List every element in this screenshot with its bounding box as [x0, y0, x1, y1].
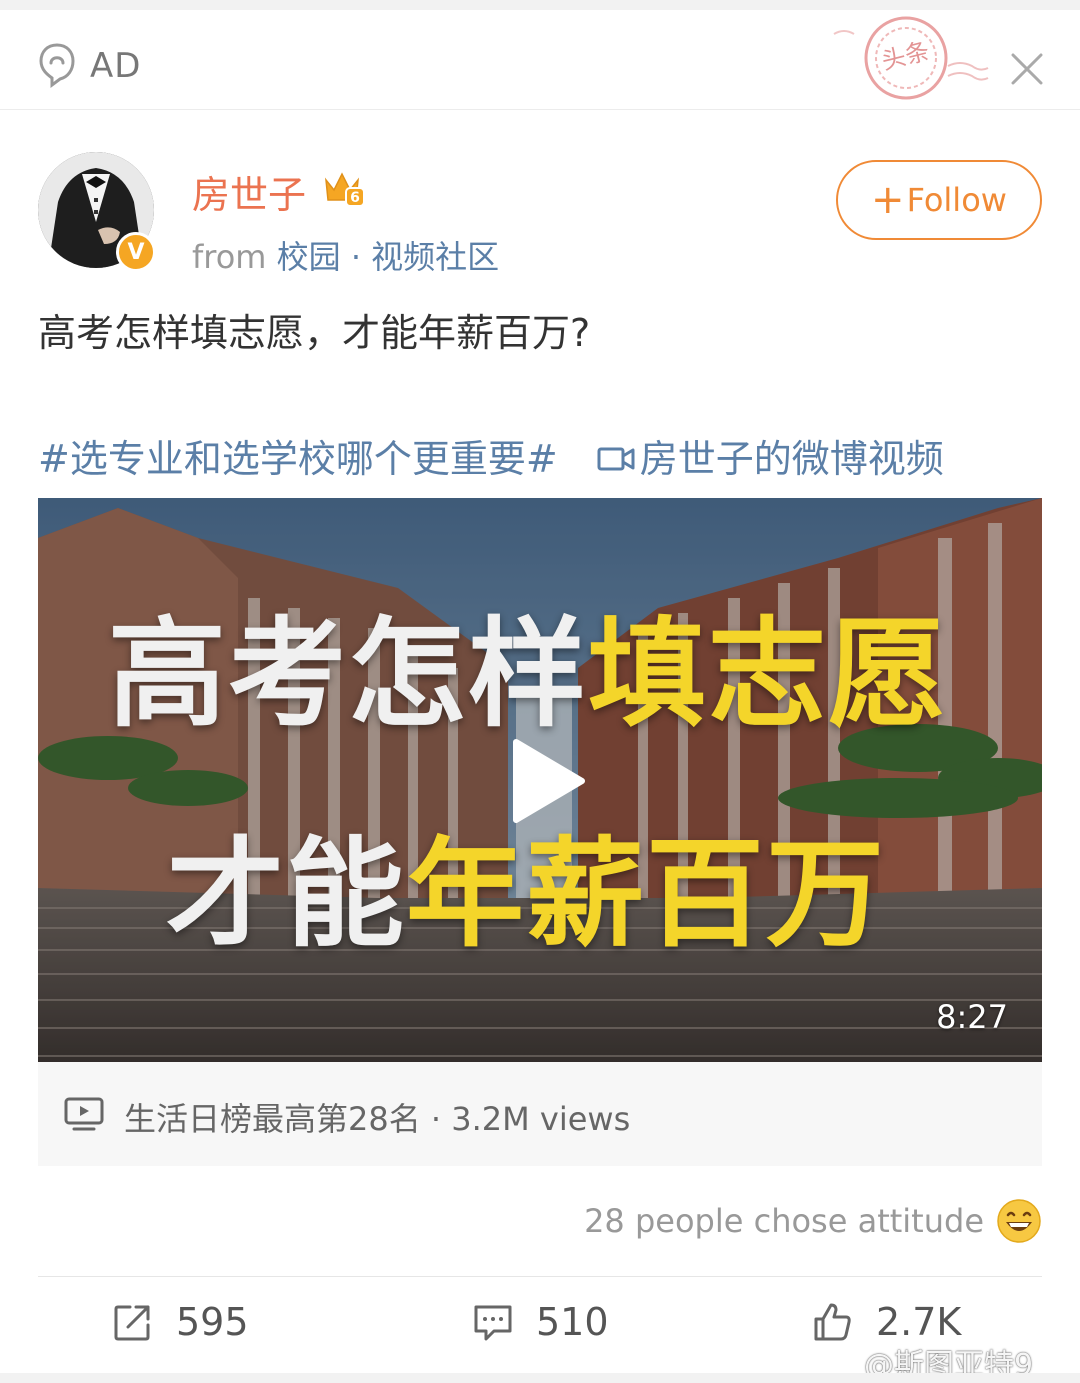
close-icon[interactable] — [1008, 50, 1046, 88]
attitude-summary[interactable]: 28 people chose attitude — [584, 1198, 1042, 1244]
like-count: 2.7K — [876, 1300, 962, 1344]
topic-hashtag[interactable]: #选专业和选学校哪个更重要# — [38, 437, 558, 481]
stamp-text: 头条 — [879, 37, 932, 76]
comment-icon — [474, 1305, 512, 1341]
post-source: from 校园 · 视频社区 — [192, 232, 499, 278]
divider — [38, 1276, 1042, 1277]
ad-location-icon — [39, 43, 75, 88]
repost-icon — [114, 1305, 150, 1341]
bottom-separator — [0, 1373, 1080, 1383]
attitude-text: 28 people chose attitude — [584, 1202, 984, 1240]
member-level: 6 — [350, 190, 360, 206]
tv-icon — [64, 1097, 104, 1131]
follow-label: Follow — [906, 181, 1007, 219]
repost-count: 595 — [176, 1300, 249, 1344]
post-topics: #选专业和选学校哪个更重要# 房世子的微博视频 — [38, 428, 1048, 483]
video-link-label: 房世子的微博视频 — [639, 437, 944, 481]
video-info-text: 生活日榜最高第28名 · 3.2M views — [124, 1100, 631, 1138]
ad-label: AD — [90, 46, 142, 86]
verified-badge: V — [116, 232, 156, 272]
thumbs-up-icon — [814, 1303, 851, 1341]
play-icon[interactable] — [510, 738, 586, 824]
source-prefix: from — [192, 238, 267, 276]
repost-button[interactable]: 595 — [112, 1300, 249, 1344]
comment-count: 510 — [536, 1300, 609, 1344]
video-link[interactable]: 房世子的微博视频 — [596, 437, 944, 481]
ad-header: AD 头条 — [0, 10, 1080, 110]
comment-button[interactable]: 510 — [472, 1300, 609, 1344]
grin-emoji-icon — [997, 1199, 1041, 1243]
author-name[interactable]: 房世子 — [192, 164, 306, 219]
video-camera-icon — [597, 447, 635, 471]
post-text: 高考怎样填志愿，才能年薪百万? — [38, 311, 591, 355]
like-button[interactable]: 2.7K — [812, 1300, 961, 1344]
video-duration: 8:27 — [936, 998, 1008, 1036]
top-separator — [0, 0, 1080, 10]
follow-button[interactable]: + Follow — [836, 160, 1042, 240]
video-title-line1: 高考怎样填志愿 — [108, 605, 949, 743]
video-info-bar[interactable]: 生活日榜最高第28名 · 3.2M views — [38, 1062, 1042, 1166]
member-crown-icon[interactable]: 6 — [322, 168, 366, 208]
stamp-decoration: 头条 — [833, 16, 989, 100]
video-player[interactable]: 高考怎样填志愿 才能年薪百万 8:27 — [38, 498, 1042, 1062]
source-link[interactable]: 校园 · 视频社区 — [277, 238, 500, 276]
plus-icon: + — [871, 177, 905, 223]
